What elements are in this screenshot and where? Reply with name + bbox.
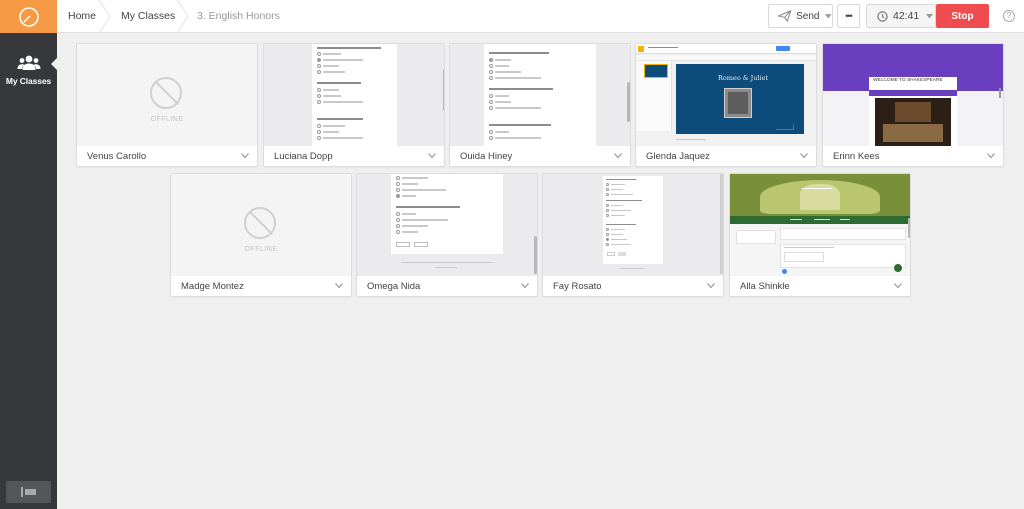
send-button[interactable]: Send xyxy=(768,4,833,28)
student-name: Erinn Kees xyxy=(833,151,880,162)
sidebar: My Classes xyxy=(0,0,57,509)
screen-thumbnail xyxy=(450,44,630,146)
chevron-down-icon[interactable] xyxy=(894,283,902,289)
student-name: Fay Rosato xyxy=(553,281,602,292)
breadcrumb-my-classes[interactable]: My Classes xyxy=(121,0,175,33)
paper-plane-icon xyxy=(778,10,792,22)
app-logo[interactable] xyxy=(0,0,57,33)
student-name: Glenda Jaquez xyxy=(646,151,710,162)
screen-thumbnail xyxy=(730,174,910,276)
student-card[interactable]: Luciana Dopp xyxy=(263,43,445,167)
student-card[interactable]: Ouida Hiney xyxy=(449,43,631,167)
collapse-icon xyxy=(20,487,36,497)
breadcrumb-home[interactable]: Home xyxy=(68,0,96,33)
screen-thumbnail xyxy=(543,174,723,276)
offline-screen: OFFLINE xyxy=(77,44,257,146)
stop-button[interactable]: Stop xyxy=(936,4,989,28)
offline-icon xyxy=(244,207,276,239)
offline-label: OFFLINE xyxy=(244,246,278,253)
student-card[interactable]: WELCOME TO SHAKESPEARE Erinn Kees xyxy=(822,43,1004,167)
student-card[interactable]: OFFLINE Madge Montez xyxy=(170,173,352,297)
student-name: Alla Shinkle xyxy=(740,281,790,292)
student-name: Madge Montez xyxy=(181,281,244,292)
chevron-down-icon[interactable] xyxy=(428,153,436,159)
chevron-down-icon[interactable] xyxy=(707,283,715,289)
student-name: Omega Nida xyxy=(367,281,421,292)
slide-title: Romeo & Juliet xyxy=(718,74,769,82)
site-banner: WELCOME TO SHAKESPEARE xyxy=(873,78,943,83)
timer-value: 42:41 xyxy=(893,10,920,22)
student-name: Ouida Hiney xyxy=(460,151,513,162)
chevron-down-icon[interactable] xyxy=(241,153,249,159)
screen-thumbnail xyxy=(357,174,537,276)
chevron-down-icon xyxy=(926,13,934,18)
collapse-sidebar-button[interactable] xyxy=(6,481,51,503)
student-card[interactable]: OFFLINE Venus Carollo xyxy=(76,43,258,167)
send-label: Send xyxy=(796,10,820,22)
breadcrumb-current-class: 3. English Honors xyxy=(197,10,280,22)
student-card[interactable]: Romeo & Juliet Glenda Jaquez xyxy=(635,43,817,167)
chevron-down-icon[interactable] xyxy=(335,283,343,289)
breadcrumb-separator-icon xyxy=(176,0,189,33)
offline-label: OFFLINE xyxy=(150,116,184,123)
help-icon[interactable]: ? xyxy=(1003,10,1015,22)
clock-icon xyxy=(877,10,888,22)
chevron-down-icon[interactable] xyxy=(800,153,808,159)
screen-thumbnail xyxy=(264,44,444,146)
student-card[interactable]: Omega Nida xyxy=(356,173,538,297)
chevron-down-icon[interactable] xyxy=(987,153,995,159)
student-card[interactable]: Fay Rosato xyxy=(542,173,724,297)
student-card[interactable]: Alla Shinkle xyxy=(729,173,911,297)
offline-screen: OFFLINE xyxy=(171,174,351,276)
sidebar-item-my-classes[interactable]: My Classes xyxy=(0,48,57,96)
chevron-down-icon[interactable] xyxy=(521,283,529,289)
chevron-down-icon xyxy=(825,13,832,18)
offline-icon xyxy=(150,77,182,109)
sidebar-item-label: My Classes xyxy=(5,76,52,86)
student-name: Luciana Dopp xyxy=(274,151,333,162)
breadcrumb-separator-icon xyxy=(98,0,111,33)
top-bar: Home My Classes 3. English Honors Send •… xyxy=(57,0,1024,33)
chevron-down-icon[interactable] xyxy=(614,153,622,159)
timer-control[interactable]: 42:41 xyxy=(866,4,936,28)
student-name: Venus Carollo xyxy=(87,151,147,162)
screen-thumbnail: Romeo & Juliet xyxy=(636,44,816,146)
screen-thumbnail: WELCOME TO SHAKESPEARE xyxy=(823,44,1003,146)
more-options-button[interactable]: ••• xyxy=(837,4,860,28)
active-indicator xyxy=(51,58,57,70)
users-icon xyxy=(17,55,40,70)
compass-logo-icon xyxy=(18,6,39,27)
